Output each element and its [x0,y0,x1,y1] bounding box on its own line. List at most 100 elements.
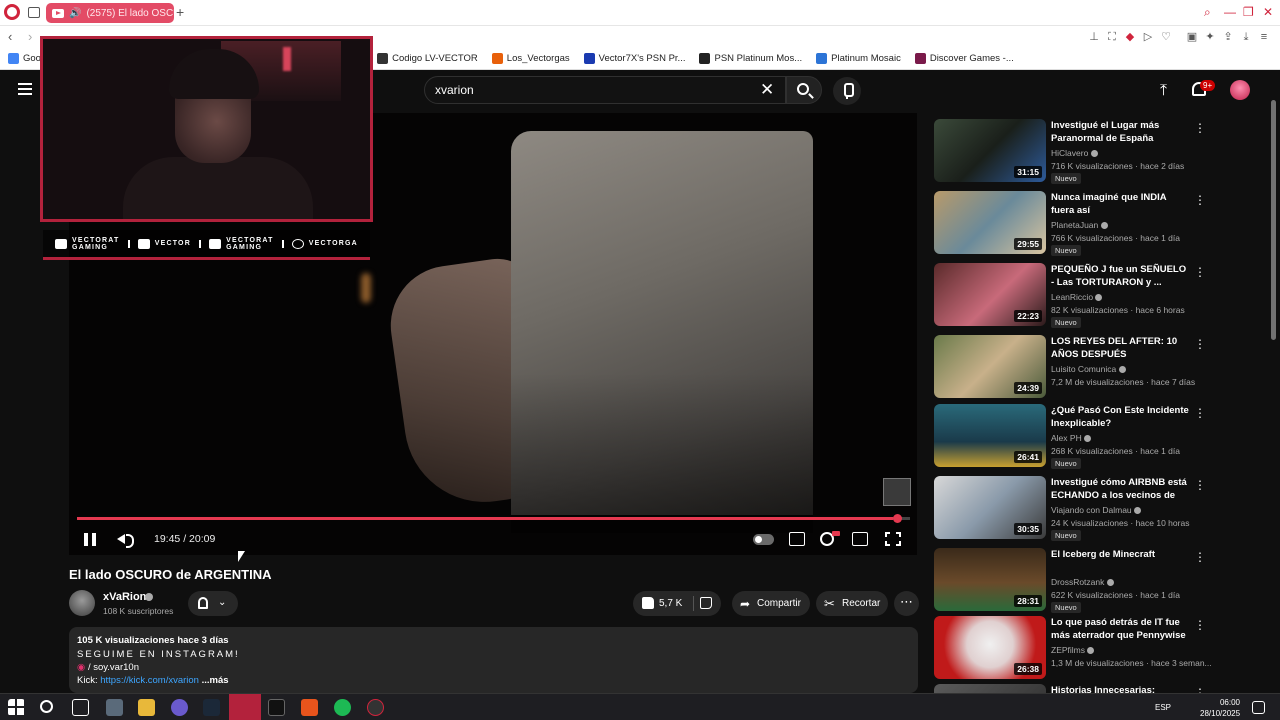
pause-button[interactable] [84,533,96,546]
start-icon[interactable] [8,699,25,716]
channel-avatar[interactable] [69,590,95,616]
share-page-icon[interactable]: ⇪ [1222,31,1234,43]
more-options-icon[interactable]: ⋮ [1194,337,1206,351]
app-icon[interactable] [106,699,123,716]
video-title[interactable]: Nunca imaginé que INDIA fuera así [1051,191,1191,217]
related-video-item[interactable]: 30:35 Investigué cómo AIRBNB está ECHANDO… [934,476,1264,541]
theater-mode-button[interactable] [852,532,868,546]
bookmark-item[interactable]: Codigo LV-VECTOR [377,53,478,64]
video-thumbnail[interactable]: 30:35 [934,476,1046,539]
video-title[interactable]: El Iceberg de Minecraft [1051,548,1191,561]
related-video-item[interactable]: 31:15 Investigué el Lugar más Paranormal … [934,119,1264,184]
search-button[interactable] [786,76,822,104]
channel-name[interactable]: xVaRion [103,591,146,603]
pin-icon[interactable]: ⊥ [1088,31,1100,43]
share-button[interactable]: ➦ Compartir [732,591,810,616]
video-thumbnail[interactable]: 22:23 [934,263,1046,326]
bookmark-item[interactable]: Discover Games -... [914,53,1014,64]
close-window-button[interactable]: ✕ [1263,5,1273,19]
subscribed-notifications-button[interactable]: ⌄ [188,591,238,616]
progress-bar[interactable] [77,517,910,520]
related-video-item[interactable]: 26:38 Lo que pasó detrás de IT fue más at… [934,616,1264,680]
extension-d-icon[interactable]: ▣ [1186,31,1198,43]
related-video-item[interactable]: 22:23 PEQUEÑO J fue un SEÑUELO - Las TORT… [934,263,1264,328]
more-options-icon[interactable]: ⋮ [1194,406,1206,420]
clip-button[interactable]: ✂ Recortar [816,591,888,616]
workspaces-icon[interactable] [28,7,40,18]
vpn-icon[interactable]: ◆ [1124,31,1136,43]
bookmark-item[interactable]: Vector7X's PSN Pr... [583,53,685,64]
opera-logo-icon[interactable] [4,4,20,20]
channel-name[interactable]: LeanRiccio [1051,292,1103,302]
description-box[interactable]: 105 K visualizaciones hace 3 días SEGUIM… [69,627,918,693]
spotify-icon[interactable] [334,699,351,716]
like-button[interactable] [642,597,654,609]
video-thumbnail[interactable]: 26:41 [934,404,1046,467]
more-actions-button[interactable]: ⋯ [894,591,919,616]
extensions-icon[interactable]: ✦ [1204,31,1216,43]
channel-watermark[interactable] [883,478,911,506]
create-upload-icon[interactable]: ⤒ [1160,82,1167,100]
search-tabs-icon[interactable]: ⌕ [1204,5,1211,20]
download-icon[interactable]: ⤓ [1240,31,1252,43]
progress-scrubber[interactable] [893,514,902,523]
kick-link[interactable]: https://kick.com/xvarion [100,675,199,686]
new-tab-button[interactable]: + [176,5,188,19]
more-options-icon[interactable]: ⋮ [1194,121,1206,135]
video-title[interactable]: Lo que pasó detrás de IT fue más aterrad… [1051,616,1191,642]
speaker-icon[interactable]: 🔊 [69,8,81,19]
volume-button[interactable] [117,532,134,548]
maximize-button[interactable]: ❐ [1243,5,1254,19]
notification-center-icon[interactable] [1252,701,1265,714]
channel-name[interactable]: Luisito Comunica [1051,364,1126,374]
video-title[interactable]: LOS REYES DEL AFTER: 10 AÑOS DESPUÉS [1051,335,1191,361]
clock[interactable]: 06:00 28/10/2025 [1200,697,1240,719]
forward-button[interactable]: › [28,29,32,44]
channel-name[interactable]: PlanetaJuan [1051,220,1108,230]
app-icon-2[interactable] [367,699,384,716]
more-options-icon[interactable]: ⋮ [1194,265,1206,279]
search-box[interactable] [424,76,786,104]
subtitles-button[interactable] [789,532,805,546]
video-title[interactable]: PEQUEÑO J fue un SEÑUELO - Las TORTURARO… [1051,263,1191,289]
account-avatar[interactable] [1230,80,1250,100]
video-title[interactable]: Investigué el Lugar más Paranormal de Es… [1051,119,1191,145]
back-button[interactable]: ‹ [8,29,12,44]
more-options-icon[interactable]: ⋮ [1194,550,1206,564]
more-options-icon[interactable]: ⋮ [1194,618,1206,632]
video-title[interactable]: ¿Qué Pasó Con Este Incidente Inexplicabl… [1051,404,1191,430]
file-explorer-icon[interactable] [138,699,155,716]
snapshot-icon[interactable]: ⛶ [1106,31,1118,43]
page-scrollbar[interactable] [1271,100,1276,340]
search-input[interactable] [435,83,735,97]
minimize-button[interactable]: — [1224,5,1236,19]
video-title[interactable]: Investigué cómo AIRBNB está ECHANDO a lo… [1051,476,1191,503]
more-options-icon[interactable]: ⋮ [1194,478,1206,492]
fullscreen-button[interactable] [885,532,901,546]
bookmark-item[interactable]: Platinum Mosaic [816,53,901,64]
channel-name[interactable]: DrossRotzank [1051,577,1114,587]
channel-name[interactable]: ZEPfilms [1051,645,1095,655]
obs-icon[interactable] [268,699,285,716]
dislike-button[interactable] [700,597,712,609]
channel-name[interactable]: Viajando con Dalmau [1051,505,1142,515]
voice-search-button[interactable] [833,77,861,105]
hamburger-menu-icon[interactable] [18,83,32,95]
more-options-icon[interactable]: ⋮ [1194,193,1206,207]
bookmark-item[interactable]: PSN Platinum Mos... [699,53,802,64]
video-thumbnail[interactable]: 29:55 [934,191,1046,254]
bookmark-item[interactable]: Los_Vectorgas [491,53,570,64]
steam-icon[interactable] [203,699,220,716]
related-video-item[interactable]: 29:55 Nunca imaginé que INDIA fuera así Pl… [934,191,1264,256]
related-video-item[interactable]: 28:31 El Iceberg de Minecraft DrossRotzank… [934,548,1264,613]
channel-name[interactable]: HiClavero [1051,148,1098,158]
discord-icon[interactable] [171,699,188,716]
related-video-item[interactable]: 26:41 ¿Qué Pasó Con Este Incidente Inexpl… [934,404,1264,469]
language-indicator[interactable]: ESP [1155,703,1171,712]
easy-setup-icon[interactable]: ≡ [1258,31,1270,43]
search-taskbar-icon[interactable] [40,700,53,713]
task-view-icon[interactable] [72,699,89,716]
related-video-item[interactable]: 24:39 LOS REYES DEL AFTER: 10 AÑOS DESPUÉ… [934,335,1264,399]
video-thumbnail[interactable]: 31:15 [934,119,1046,182]
clear-search-icon[interactable]: ✕ [760,80,774,100]
